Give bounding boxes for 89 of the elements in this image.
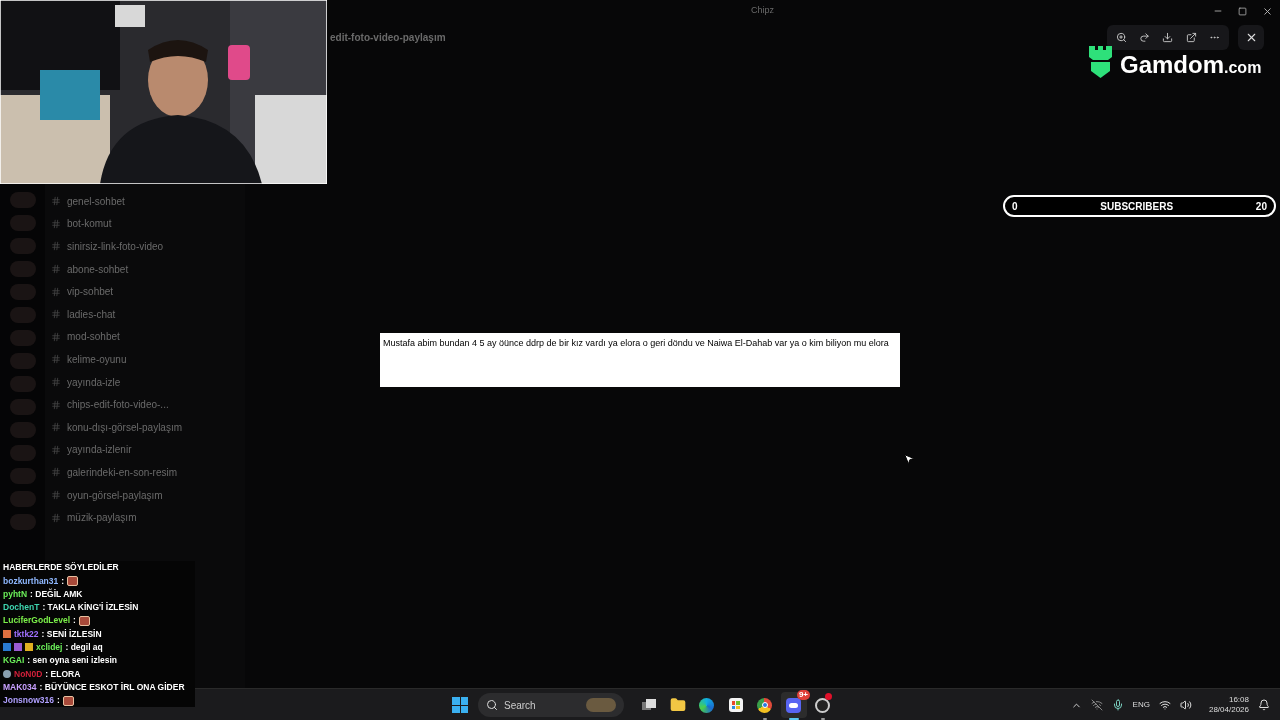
- channel-name[interactable]: müzik-paylaşım: [67, 510, 137, 526]
- store-icon[interactable]: [728, 698, 743, 712]
- chat-message: :: [57, 694, 60, 707]
- hash-icon: [51, 196, 61, 207]
- channel-name[interactable]: chips-edit-foto-video-...: [67, 397, 169, 413]
- chrome-icon[interactable]: [757, 697, 772, 713]
- language-indicator[interactable]: ENG: [1132, 699, 1150, 711]
- browser-icon[interactable]: [699, 697, 714, 713]
- recorder-icon[interactable]: [815, 697, 830, 713]
- hash-icon: [51, 467, 61, 478]
- chat-username: xclidej: [36, 641, 63, 654]
- chat-message: HABERLERDE SÖYLEDİLER: [3, 561, 119, 574]
- hash-icon: [51, 377, 61, 388]
- open-external-icon[interactable]: [1185, 32, 1197, 43]
- channel-header: edit-foto-video-paylaşım: [330, 30, 446, 45]
- mouse-cursor-icon: [903, 453, 915, 465]
- hash-icon: [51, 286, 61, 297]
- chat-message: : SENİ İZLESİN: [41, 627, 102, 641]
- chat-username: LuciferGodLevel: [3, 614, 71, 628]
- hash-icon: [51, 331, 61, 342]
- wifi-icon[interactable]: [1158, 699, 1171, 711]
- donation-message: Mustafa abim bundan 4 5 ay öünce ddrp de bir kız vardı ya elora o geri döndu ve Naiwa El-Dahab var ya o kim biliyon mu elora: [383, 338, 890, 349]
- notification-badge: 9+: [796, 690, 810, 700]
- subscriber-goal: 20: [1255, 199, 1267, 214]
- chat-username: bozkurthan31: [3, 574, 59, 588]
- channel-name[interactable]: mod-sohbet: [67, 329, 120, 345]
- hash-icon: [51, 241, 61, 252]
- chat-username: DochenT: [3, 601, 40, 614]
- hash-icon: [51, 444, 61, 455]
- chat-username: tktk22: [14, 627, 39, 641]
- clock-time[interactable]: 16:08: [1228, 695, 1249, 705]
- channel-name[interactable]: bot-komut: [67, 216, 112, 232]
- channel-name[interactable]: sinirsiz-link-foto-video: [67, 239, 164, 254]
- subscriber-count: 0: [1012, 199, 1018, 214]
- maximize-icon: [1238, 6, 1247, 16]
- volume-icon[interactable]: [1179, 699, 1192, 711]
- forward-icon[interactable]: [1139, 32, 1151, 43]
- channel-name[interactable]: kelime-oyunu: [67, 351, 127, 367]
- channel-name[interactable]: oyun-görsel-paylaşım: [67, 487, 163, 503]
- subscriber-label: SUBSCRIBERS: [1100, 199, 1174, 214]
- search-field[interactable]: Search: [478, 693, 624, 717]
- chat-message: :: [61, 574, 65, 588]
- close-icon: [1262, 5, 1273, 17]
- hash-icon: [51, 422, 61, 433]
- sponsor-suffix: .com: [1224, 58, 1262, 78]
- zoom-in-icon[interactable]: [1116, 32, 1128, 43]
- channel-name[interactable]: yayında-izlenir: [67, 442, 132, 458]
- chat-username: Jonsnow316: [3, 694, 55, 707]
- chat-message: : TAKLA KİNG'İ İZLESİN: [42, 601, 139, 614]
- channel-name[interactable]: ladies-chat: [67, 306, 116, 322]
- chat-badge-icon: [3, 670, 11, 678]
- channel-name[interactable]: vip-sohbet: [67, 284, 114, 300]
- download-icon[interactable]: [1162, 32, 1174, 43]
- chat-username: NoN0D: [14, 667, 43, 681]
- search-icon: [486, 699, 498, 711]
- chat-message: : degil aq: [65, 641, 103, 654]
- channel-name[interactable]: yayında-izle: [67, 374, 121, 390]
- channel-name[interactable]: genel-sohbet: [67, 193, 125, 209]
- castle-logo-icon: [1087, 46, 1114, 78]
- chat-message: : ELORA: [45, 667, 81, 681]
- task-view-icon[interactable]: [641, 699, 656, 711]
- windows-start-icon[interactable]: [452, 697, 468, 713]
- hash-icon: [51, 309, 61, 320]
- chat-message: : sen oyna seni izlesin: [27, 654, 117, 668]
- network-off-icon[interactable]: [1090, 699, 1103, 711]
- hash-icon: [51, 490, 61, 500]
- search-highlight-icon: [586, 698, 616, 712]
- chat-message: :: [73, 614, 76, 628]
- chat-username: pyhtN: [3, 587, 28, 601]
- channel-name[interactable]: abone-sohbet: [67, 261, 129, 277]
- hash-icon: [51, 218, 61, 229]
- channel-name[interactable]: galerindeki-en-son-resim: [67, 464, 178, 480]
- chat-message: : DEĞİL AMK: [30, 587, 83, 601]
- discord-icon[interactable]: [786, 697, 801, 713]
- hash-icon: [51, 354, 61, 365]
- clock-date[interactable]: 28/04/2026: [1208, 705, 1249, 715]
- notification-bell-icon[interactable]: [1258, 699, 1270, 711]
- sponsor-name: Gamdom: [1120, 52, 1224, 78]
- chat-username: MAK034: [3, 680, 37, 694]
- folder-icon[interactable]: [669, 697, 686, 713]
- microphone-icon[interactable]: [1111, 699, 1124, 711]
- hash-icon: [51, 264, 61, 275]
- window-title: Chipz: [751, 4, 774, 18]
- chat-username: KGAI: [3, 654, 25, 668]
- close-viewer-button[interactable]: [1238, 25, 1264, 50]
- chat-message: : BÜYÜNCE ESKOT İRL ONA GİDER: [39, 680, 185, 694]
- hash-icon: [51, 512, 61, 523]
- hash-icon: [51, 399, 61, 410]
- channel-name[interactable]: konu-dışı-görsel-paylaşım: [67, 419, 183, 435]
